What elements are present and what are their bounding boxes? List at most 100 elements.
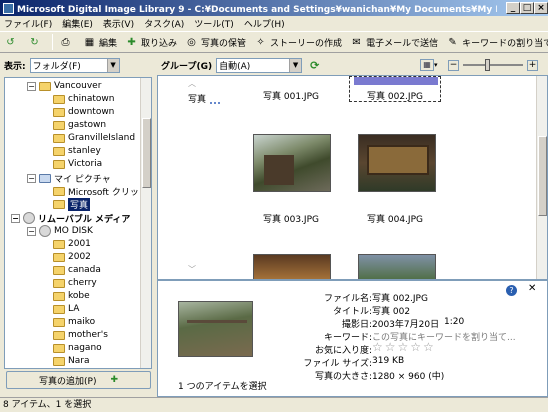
status-bar: 8 アイテム、1 を選択 bbox=[0, 397, 548, 412]
import-button[interactable]: ✚ 取り込み bbox=[125, 36, 177, 49]
edit-button[interactable]: ▦ 編集 bbox=[83, 36, 117, 49]
tree-item[interactable]: cherry bbox=[53, 277, 97, 289]
photo-thumbnail[interactable] bbox=[358, 134, 436, 192]
group-row: グループ(G) 自動(A) ▼ ⟳ bbox=[161, 57, 319, 73]
photo-thumbnail[interactable] bbox=[358, 254, 436, 279]
save-label: 写真の保管 bbox=[201, 38, 247, 49]
time-value[interactable]: 1:20 bbox=[444, 317, 464, 327]
tree-item-photos[interactable]: 写真 bbox=[53, 197, 91, 211]
folder-icon bbox=[53, 94, 65, 104]
folder-icon bbox=[53, 159, 65, 169]
chevron-down-icon: ▼ bbox=[289, 58, 302, 72]
group-select[interactable]: 自動(A) ▼ bbox=[216, 57, 303, 73]
zoom-out-button[interactable]: − bbox=[448, 59, 459, 71]
menu-help[interactable]: ヘルプ(H) bbox=[244, 17, 285, 30]
print-button[interactable]: ⎙ bbox=[59, 36, 75, 49]
toolbar: ↺ ↻ ⎙ ▦ 編集 ✚ 取り込み ◎ 写真の保管 ✧ ストーリーの作成 ✉ 電子メールで… bbox=[0, 31, 548, 53]
tree-item[interactable]: kobe bbox=[53, 290, 90, 302]
tree-item[interactable]: canada bbox=[53, 264, 101, 276]
zoom-controls: ▦ ▾ − + bbox=[420, 59, 538, 71]
thumbnail-caption[interactable]: 写真 001.JPG bbox=[246, 89, 336, 102]
chevron-down-icon[interactable]: ▾ bbox=[434, 61, 442, 69]
removable-media-icon bbox=[23, 212, 35, 224]
scrollbar-thumb[interactable] bbox=[538, 136, 547, 216]
menu-view[interactable]: 表示(V) bbox=[103, 17, 134, 30]
thumbnail-caption[interactable]: 写真 004.JPG bbox=[350, 212, 440, 225]
keyword-button[interactable]: ✎ キーワードの割り当て bbox=[446, 36, 548, 49]
view-select-value: フォルダ(F) bbox=[32, 61, 81, 72]
close-button[interactable]: × bbox=[534, 2, 548, 14]
title-label: タイトル: bbox=[332, 307, 372, 317]
refresh-icon[interactable]: ⟳ bbox=[310, 59, 319, 72]
collapse-icon: − bbox=[27, 226, 36, 236]
zoom-in-button[interactable]: + bbox=[527, 59, 538, 71]
tree-item[interactable]: NY bbox=[53, 368, 80, 369]
view-mode-icon[interactable]: ▦ bbox=[420, 59, 434, 71]
tree-item[interactable]: 2002 bbox=[53, 251, 91, 263]
tree-item[interactable]: downtown bbox=[53, 106, 114, 118]
rating-stars[interactable]: ☆☆☆☆☆ bbox=[372, 340, 436, 354]
title-bar: Microsoft Digital Image Library 9 - C:¥D… bbox=[0, 0, 548, 16]
back-button[interactable]: ↺ bbox=[4, 36, 20, 49]
grid-scrollbar[interactable] bbox=[536, 76, 547, 279]
email-button[interactable]: ✉ 電子メールで送信 bbox=[350, 36, 438, 49]
tree-item[interactable]: Microsoft クリップ オ bbox=[53, 185, 151, 198]
tree-scrollbar[interactable] bbox=[140, 78, 151, 368]
save-photos-button[interactable]: ◎ 写真の保管 bbox=[185, 36, 246, 49]
maximize-button[interactable]: □ bbox=[520, 2, 534, 14]
date-value[interactable]: 2003年7月20日 bbox=[372, 317, 439, 330]
tree-item-removable-media[interactable]: − リムーバブル メディア bbox=[11, 212, 130, 225]
tree-item-mo-disk[interactable]: − MO DISK bbox=[27, 225, 93, 237]
folder-icon bbox=[53, 278, 65, 288]
tree-item[interactable]: Victoria bbox=[53, 158, 102, 170]
view-select[interactable]: フォルダ(F) ▼ bbox=[29, 57, 120, 73]
keyword-label: キーワード: bbox=[323, 333, 372, 343]
tree-item[interactable]: chinatown bbox=[53, 93, 114, 105]
thumbnail-caption[interactable]: 写真 003.JPG bbox=[246, 212, 336, 225]
menu-edit[interactable]: 編集(E) bbox=[62, 17, 93, 30]
folder-icon bbox=[53, 239, 65, 249]
folder-tree: − Vancouver chinatown downtown gastown Gr… bbox=[4, 77, 152, 369]
folder-icon bbox=[39, 81, 51, 91]
photo-thumbnail[interactable] bbox=[253, 254, 331, 279]
zoom-slider[interactable] bbox=[463, 59, 523, 71]
folder-icon bbox=[53, 304, 65, 314]
thumbnail-caption[interactable]: 写真 002.JPG bbox=[350, 89, 440, 102]
folder-icon bbox=[53, 107, 65, 117]
collapse-down-icon[interactable]: ﹀ bbox=[188, 264, 196, 275]
tree-item[interactable]: mother's bbox=[53, 329, 108, 341]
preview-image bbox=[178, 301, 253, 357]
menu-file[interactable]: ファイル(F) bbox=[4, 17, 52, 30]
close-panel-icon[interactable]: ✕ bbox=[528, 283, 536, 294]
chevron-down-icon: ▼ bbox=[106, 58, 119, 72]
tree-item[interactable]: Nara bbox=[53, 355, 89, 367]
help-icon[interactable]: ? bbox=[506, 285, 517, 296]
title-value[interactable]: 写真 002 bbox=[372, 304, 410, 317]
tree-item-vancouver[interactable]: − Vancouver bbox=[27, 80, 101, 92]
add-photos-button[interactable]: 写真の追加(P) ✚ bbox=[6, 371, 151, 389]
tree-item[interactable]: nagano bbox=[53, 342, 102, 354]
tree-item[interactable]: LA bbox=[53, 303, 79, 315]
story-button[interactable]: ✧ ストーリーの作成 bbox=[254, 36, 342, 49]
tree-item[interactable]: gastown bbox=[53, 119, 106, 131]
tree-item[interactable]: stanley bbox=[53, 145, 101, 157]
scrollbar-thumb[interactable] bbox=[142, 118, 151, 188]
email-label: 電子メールで送信 bbox=[366, 38, 439, 49]
tree-item[interactable]: GranvilleIsland bbox=[53, 132, 135, 144]
zoom-slider-thumb[interactable] bbox=[485, 59, 490, 71]
tree-item-my-pictures[interactable]: − マイ ピクチャ bbox=[27, 172, 111, 185]
menu-tools[interactable]: ツール(T) bbox=[194, 17, 234, 30]
forward-button[interactable]: ↻ bbox=[28, 36, 44, 49]
pictures-folder-icon bbox=[39, 173, 51, 183]
tree-item[interactable]: 2001 bbox=[53, 238, 91, 250]
menu-task[interactable]: タスク(A) bbox=[144, 17, 184, 30]
edit-icon: ▦ bbox=[84, 36, 95, 48]
minimize-button[interactable]: _ bbox=[506, 2, 520, 14]
keyword-icon: ✎ bbox=[448, 36, 457, 48]
folder-icon bbox=[53, 120, 65, 130]
tree-item[interactable]: maiko bbox=[53, 316, 95, 328]
collapse-up-icon[interactable]: ︿ bbox=[188, 78, 196, 89]
photo-thumbnail[interactable] bbox=[253, 134, 331, 192]
filename-label: ファイル名: bbox=[323, 294, 372, 304]
folder-icon bbox=[53, 146, 65, 156]
